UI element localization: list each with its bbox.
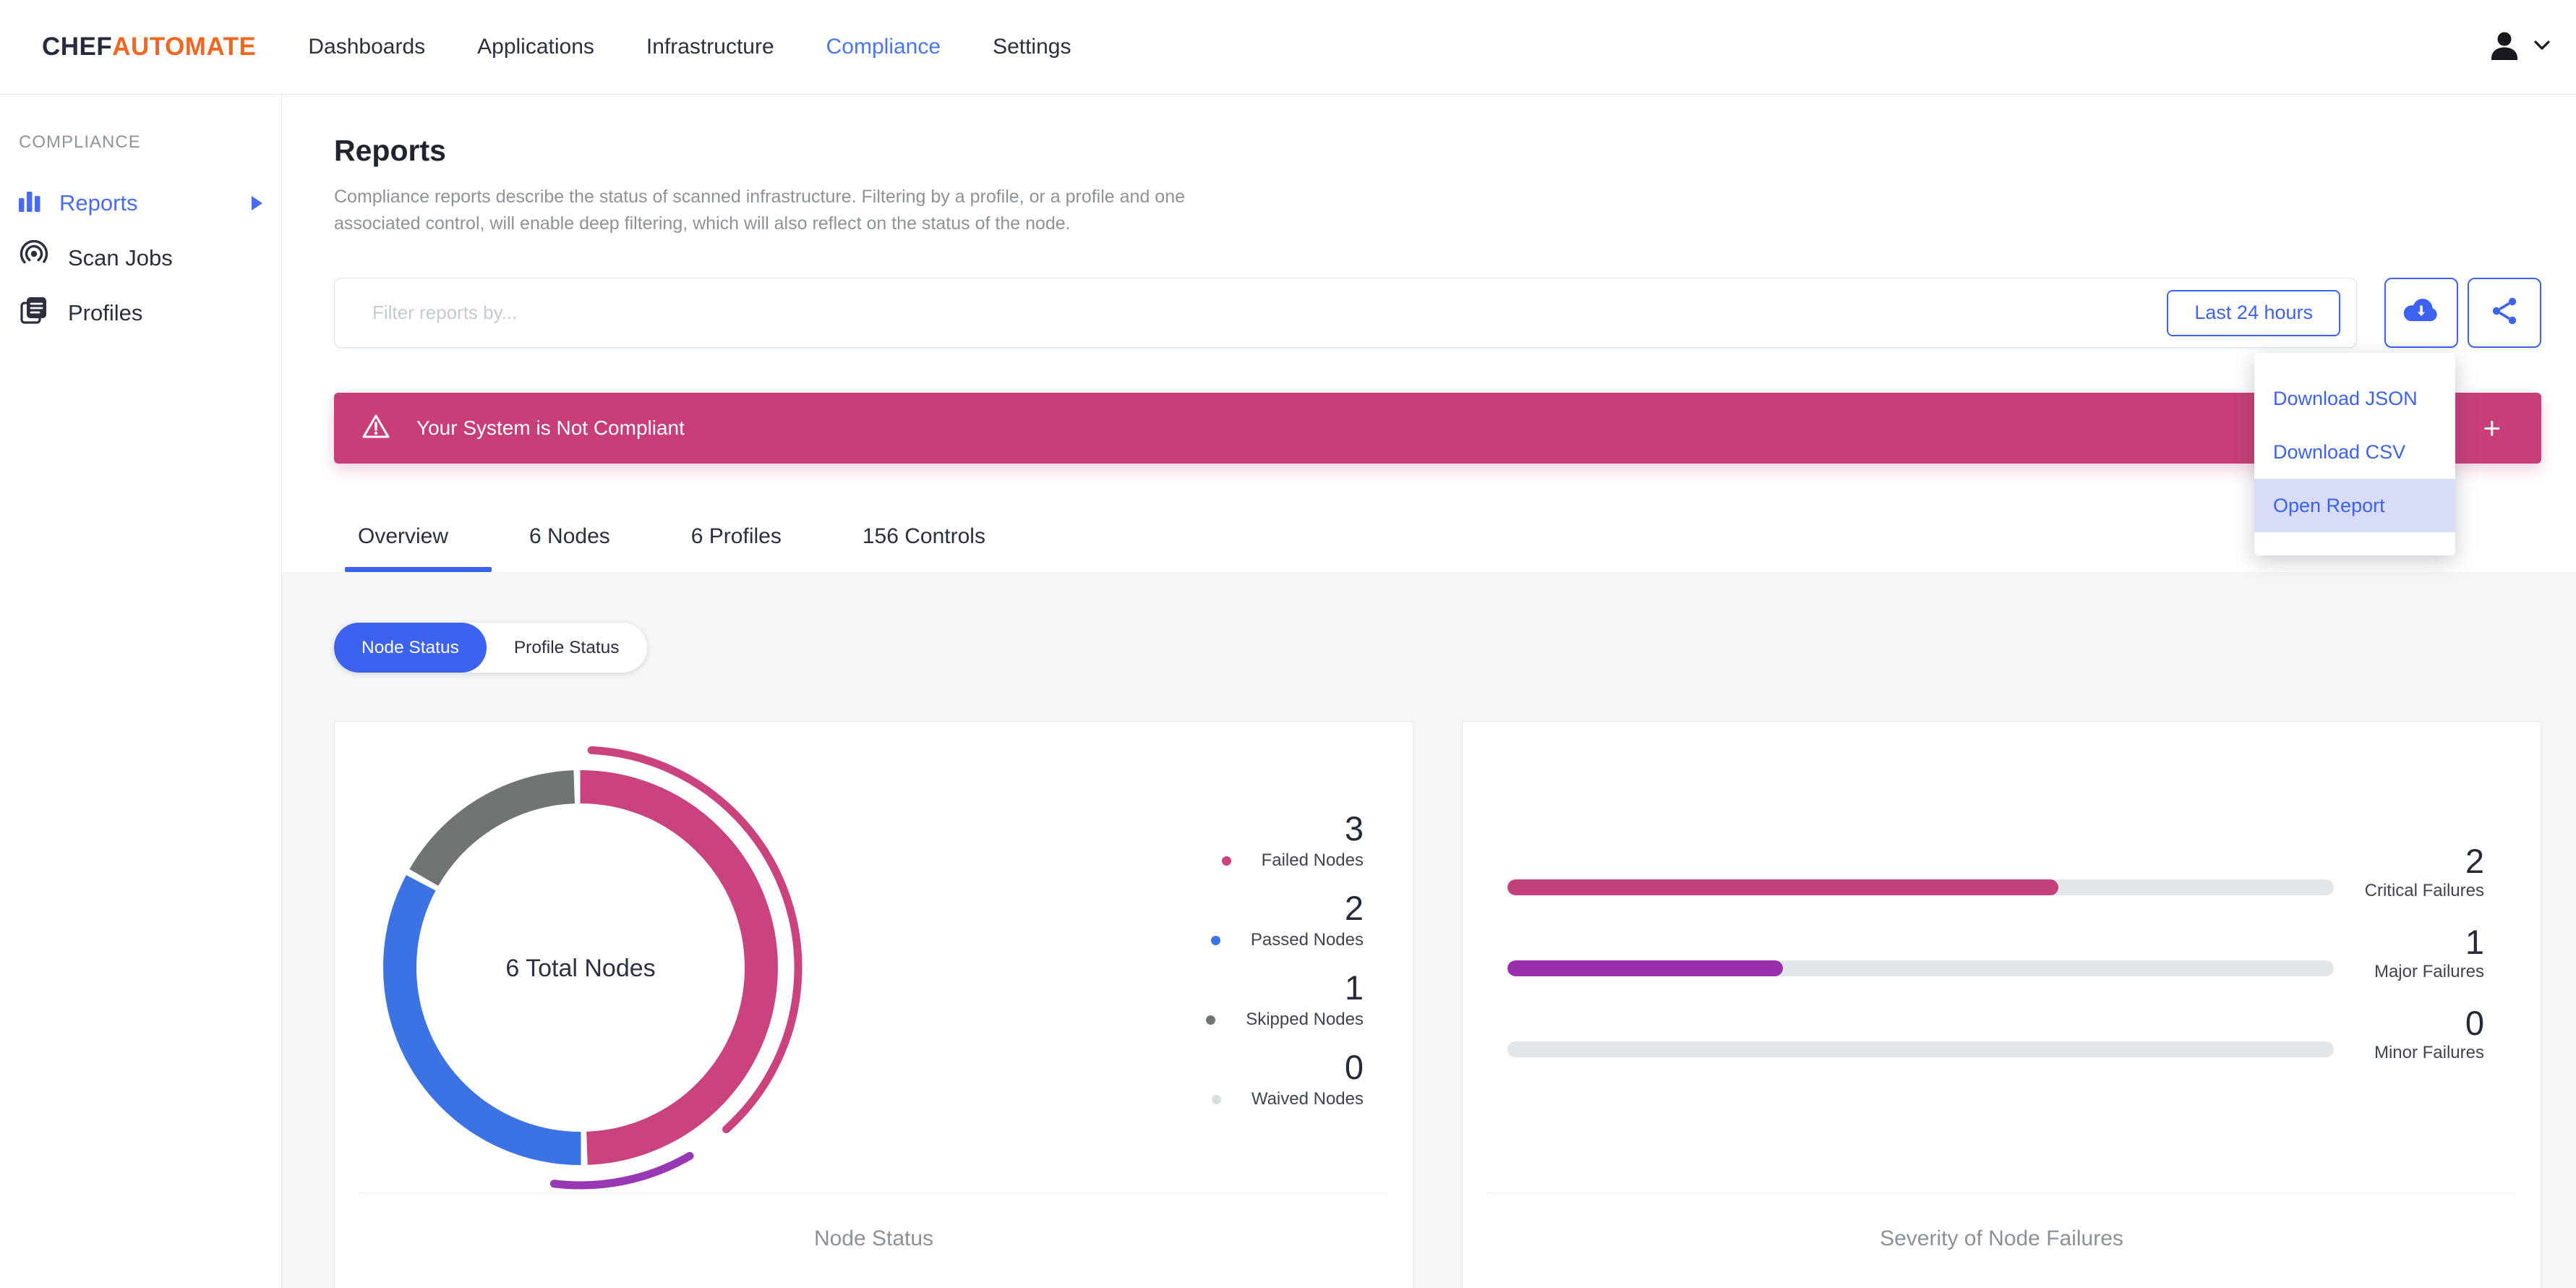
download-dropdown-menu: Download JSON Download CSV Open Report: [2254, 353, 2455, 555]
passed-dot-icon: [1210, 935, 1220, 945]
user-avatar-icon: [2488, 29, 2521, 66]
severity-label: Critical Failures: [2364, 881, 2484, 900]
sidebar-item-scan-jobs[interactable]: Scan Jobs: [19, 231, 281, 286]
node-status-caption: Node Status: [813, 1227, 934, 1250]
filter-bar: Last 24 hours: [334, 278, 2357, 348]
critical-bar-fill: [1507, 879, 2058, 895]
legend-item-waived: 0 Waived Nodes: [1206, 1049, 1364, 1109]
menu-item-download-json[interactable]: Download JSON: [2254, 372, 2455, 425]
cloud-download-icon: [2402, 297, 2441, 329]
submenu-arrow-icon[interactable]: [252, 196, 262, 210]
toggle-node-status[interactable]: Node Status: [334, 623, 487, 673]
skipped-dot-icon: [1206, 1015, 1216, 1025]
tab-nodes[interactable]: 6 Nodes: [529, 501, 610, 572]
severity-row-critical: 2 Critical Failures: [1507, 843, 2484, 901]
severity-value: 1: [2465, 923, 2484, 961]
chef-automate-app: CHEF AUTOMATE Dashboards Applications In…: [0, 0, 2576, 1288]
legend-value: 3: [1344, 809, 1364, 848]
toggle-profile-status[interactable]: Profile Status: [487, 623, 647, 673]
report-tabs: Overview 6 Nodes 6 Profiles 156 Controls: [334, 501, 2541, 572]
major-bar-fill: [1507, 960, 1783, 976]
severity-label: Major Failures: [2374, 962, 2484, 981]
download-button[interactable]: [2384, 278, 2458, 348]
legend-item-passed: 2 Passed Nodes: [1206, 890, 1364, 950]
severity-value: 2: [2465, 842, 2484, 880]
legend-label: Waived Nodes: [1251, 1089, 1364, 1109]
compliance-sidebar: COMPLIANCE Reports Scan Jobs Profiles: [0, 95, 282, 1288]
nav-applications[interactable]: Applications: [477, 35, 594, 59]
nav-settings[interactable]: Settings: [993, 35, 1071, 59]
critical-bar-track: [1507, 879, 2334, 895]
sidebar-item-label: Scan Jobs: [68, 245, 173, 270]
chevron-down-icon: [2534, 40, 2550, 54]
severity-row-major: 1 Major Failures: [1507, 924, 2484, 982]
logo-automate: AUTOMATE: [112, 33, 257, 61]
major-bar-track: [1507, 960, 2334, 976]
legend-label: Failed Nodes: [1261, 850, 1364, 870]
severity-row-minor: 0 Minor Failures: [1507, 1005, 2484, 1063]
failed-dot-icon: [1221, 856, 1231, 866]
legend-value: 1: [1344, 968, 1364, 1007]
minor-bar-track: [1507, 1041, 2334, 1057]
legend-label: Passed Nodes: [1250, 930, 1364, 950]
banner-message: Your System is Not Compliant: [416, 417, 685, 439]
main-content: Reports Compliance reports describe the …: [282, 95, 2576, 1288]
share-button[interactable]: [2468, 278, 2541, 348]
severity-label: Minor Failures: [2374, 1043, 2484, 1062]
node-status-card: 6 Total Nodes 3 Failed Nodes 2 Passed No…: [334, 721, 1413, 1288]
filter-input[interactable]: [372, 302, 2168, 324]
sidebar-item-label: Profiles: [68, 300, 143, 325]
status-toggle: Node Status Profile Status: [334, 623, 647, 673]
compliance-status-banner: Your System is Not Compliant ta +: [334, 393, 2541, 464]
user-menu[interactable]: [2488, 29, 2550, 66]
logo-chef: CHEF: [42, 33, 113, 61]
severity-card: 2 Critical Failures 1 Major Failures 0 M…: [1462, 721, 2541, 1288]
filter-row: Last 24 hours: [334, 278, 2541, 348]
time-range-button[interactable]: Last 24 hours: [2167, 289, 2340, 336]
severity-value: 0: [2465, 1004, 2484, 1042]
legend-item-failed: 3 Failed Nodes: [1206, 810, 1364, 871]
legend-value: 0: [1344, 1048, 1364, 1086]
sidebar-item-reports[interactable]: Reports: [19, 176, 281, 231]
nav-compliance[interactable]: Compliance: [826, 35, 941, 59]
top-navigation: CHEF AUTOMATE Dashboards Applications In…: [0, 0, 2576, 95]
nav-dashboards[interactable]: Dashboards: [308, 35, 425, 59]
legend-value: 2: [1344, 889, 1364, 927]
page-title: Reports: [334, 134, 446, 167]
nav-infrastructure[interactable]: Infrastructure: [646, 35, 774, 59]
bar-chart-icon: [19, 189, 40, 218]
tab-controls[interactable]: 156 Controls: [863, 501, 985, 572]
menu-item-download-csv[interactable]: Download CSV: [2254, 425, 2455, 479]
sidebar-item-profiles[interactable]: Profiles: [19, 286, 281, 341]
severity-bars-chart: 2 Critical Failures 1 Major Failures 0 M…: [1507, 843, 2484, 1086]
radar-icon: [19, 239, 49, 276]
share-icon: [2489, 296, 2520, 330]
documents-icon: [19, 295, 49, 331]
legend-item-skipped: 1 Skipped Nodes: [1206, 969, 1364, 1030]
waived-dot-icon: [1211, 1094, 1221, 1104]
legend-label: Skipped Nodes: [1246, 1010, 1364, 1029]
donut-center-label: 6 Total Nodes: [505, 955, 655, 982]
sidebar-item-label: Reports: [59, 190, 138, 216]
plus-icon[interactable]: +: [2483, 413, 2501, 443]
page-description: Compliance reports describe the status o…: [334, 187, 1186, 234]
node-status-legend: 3 Failed Nodes 2 Passed Nodes 1 Skipped …: [1206, 810, 1364, 1128]
warning-icon: [361, 414, 390, 443]
sidebar-section-label: COMPLIANCE: [19, 132, 141, 152]
tab-profiles[interactable]: 6 Profiles: [691, 501, 782, 572]
menu-item-open-report[interactable]: Open Report: [2254, 479, 2455, 532]
tab-overview[interactable]: Overview: [344, 501, 492, 572]
node-status-donut-chart: 6 Total Nodes: [359, 746, 803, 1190]
main-nav: Dashboards Applications Infrastructure C…: [308, 35, 1123, 59]
chef-automate-logo[interactable]: CHEF AUTOMATE: [42, 33, 256, 61]
severity-caption: Severity of Node Failures: [1880, 1227, 2123, 1250]
